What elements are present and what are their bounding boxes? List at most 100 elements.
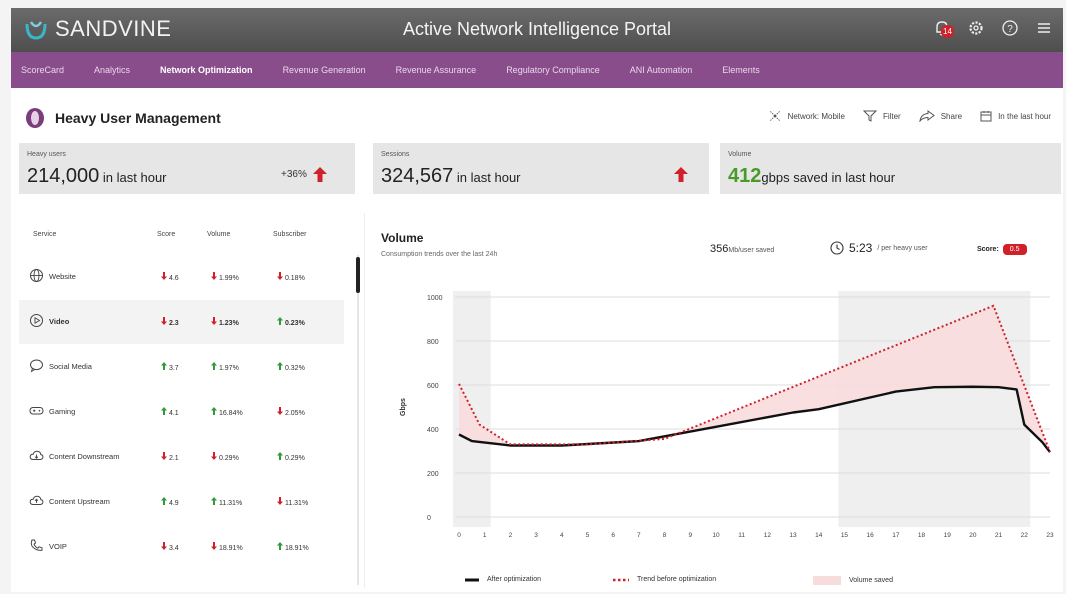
subscriber-cell: 2.05% [277,407,305,417]
sandvine-logo-icon [25,21,47,40]
x-tick-label: 20 [969,532,977,539]
menu-icon[interactable] [1035,19,1055,39]
x-tick-label: 3 [534,532,538,539]
column-header-service[interactable]: Service [33,231,56,238]
x-tick-label: 5 [586,532,590,539]
cloud-download-icon [29,450,44,460]
service-row-video[interactable]: Video 2.3 1.23% 0.23% [19,300,344,344]
calendar-icon [980,111,992,122]
service-row-content-upstream[interactable]: Content Upstream 4.9 11.31% 11.31% [19,480,344,524]
service-name: Content Downstream [49,452,120,461]
phone-icon [30,539,43,551]
arrow-up-icon [161,407,167,417]
x-tick-label: 9 [688,532,692,539]
kpi-value: 412gbps saved in last hour [728,165,896,187]
nav-item-ani-automation[interactable]: ANI Automation [630,65,693,75]
settings-icon[interactable] [967,19,987,39]
nav-item-revenue-assurance[interactable]: Revenue Assurance [396,65,477,75]
y-tick-label: 200 [427,471,439,478]
score-cell: 4.1 [161,407,179,417]
column-header-volume[interactable]: Volume [207,231,230,238]
nav-item-scorecard[interactable]: ScoreCard [21,65,64,75]
nav-item-elements[interactable]: Elements [722,65,760,75]
trend-up-arrow-icon [312,167,327,182]
service-row-gaming[interactable]: Gaming 4.1 16.84% 2.05% [19,390,344,434]
notification-bell-icon[interactable]: 14 [933,19,954,39]
service-row-website[interactable]: Website 4.6 1.99% 0.18% [19,255,344,299]
nav-item-analytics[interactable]: Analytics [94,65,130,75]
x-tick-label: 8 [663,532,667,539]
header-icons: 14 ? [933,19,1055,39]
kpi-value: 324,567 in last hour [381,165,521,187]
y-tick-label: 0 [427,515,431,522]
brand-logo[interactable]: SANDVINE [23,16,171,42]
scrollbar-thumb[interactable] [356,257,360,293]
score-cell: 3.7 [161,362,179,372]
subscriber-cell: 0.29% [277,452,305,462]
network-selector[interactable]: Network: Mobile [768,110,845,122]
subscriber-cell: 0.23% [277,317,305,327]
arrow-up-icon [161,362,167,372]
arrow-up-icon [277,452,283,462]
timeframe-selector[interactable]: In the last hour [980,110,1051,122]
legend-item-before: Trend before optimization [613,576,716,583]
arrow-down-icon [277,272,283,282]
page-header: Heavy User Management [25,107,221,129]
kpi-sessions: Sessions 324,567 in last hour [373,143,709,194]
column-header-subscriber[interactable]: Subscriber [273,231,306,238]
legend-label: Volume saved [849,577,893,584]
score-cell: 4.6 [161,272,179,282]
volume-cell: 11.31% [211,497,242,507]
kpi-label: Heavy users [27,151,66,158]
notification-badge: 14 [941,25,954,38]
subscriber-cell: 0.18% [277,272,305,282]
service-name: Social Media [49,362,92,371]
network-label: Network: Mobile [787,111,845,121]
volume-cell: 1.97% [211,362,239,372]
service-row-voip[interactable]: VOIP 3.4 18.91% 18.91% [19,525,344,569]
filter-button[interactable]: Filter [862,110,901,122]
volume-cell: 16.84% [211,407,243,417]
volume-cell: 18.91% [211,542,243,552]
play-icon [30,314,43,327]
nav-item-network-optimization[interactable]: Network Optimization [160,65,253,75]
subscriber-cell: 11.31% [277,497,308,507]
x-tick-label: 22 [1021,532,1029,539]
score-cell: 4.9 [161,497,179,507]
arrow-down-icon [161,272,167,282]
x-tick-label: 13 [789,532,797,539]
scrollbar-track[interactable] [357,255,359,585]
service-name: VOIP [49,542,67,551]
x-tick-label: 0 [457,532,461,539]
legend-dotted-swatch [613,578,629,581]
x-tick-label: 6 [611,532,615,539]
filter-label: Filter [882,111,901,121]
x-tick-label: 2 [509,532,513,539]
nav-item-regulatory-compliance[interactable]: Regulatory Compliance [506,65,600,75]
score-cell: 3.4 [161,542,179,552]
x-tick-label: 15 [841,532,849,539]
help-icon[interactable]: ? [1001,19,1021,39]
arrow-down-icon [277,497,283,507]
legend-label: Trend before optimization [637,576,717,583]
arrow-down-icon [211,452,217,462]
kpi-volume: Volume 412gbps saved in last hour [720,143,1061,194]
x-tick-label: 23 [1046,532,1054,539]
kpi-label: Sessions [381,151,410,158]
service-name: Video [49,317,70,326]
legend-item-saved: Volume saved [813,576,893,585]
share-icon [919,110,935,122]
kpi-value: 214,000 in last hour [27,165,167,187]
service-row-content-downstream[interactable]: Content Downstream 2.1 0.29% 0.29% [19,435,344,479]
trend-up-arrow-icon [674,167,688,182]
share-button[interactable]: Share [919,110,962,122]
y-axis-label: Gbps [400,398,407,416]
x-tick-label: 10 [712,532,720,539]
arrow-up-icon [277,317,283,327]
service-row-social-media[interactable]: Social Media 3.7 1.97% 0.32% [19,345,344,389]
nav-item-revenue-generation[interactable]: Revenue Generation [283,65,366,75]
volume-panel: Volume Consumption trends over the last … [364,213,1061,588]
legend-item-after: After optimization [465,576,541,583]
arrow-up-icon [161,497,167,507]
column-header-score[interactable]: Score [157,231,175,238]
